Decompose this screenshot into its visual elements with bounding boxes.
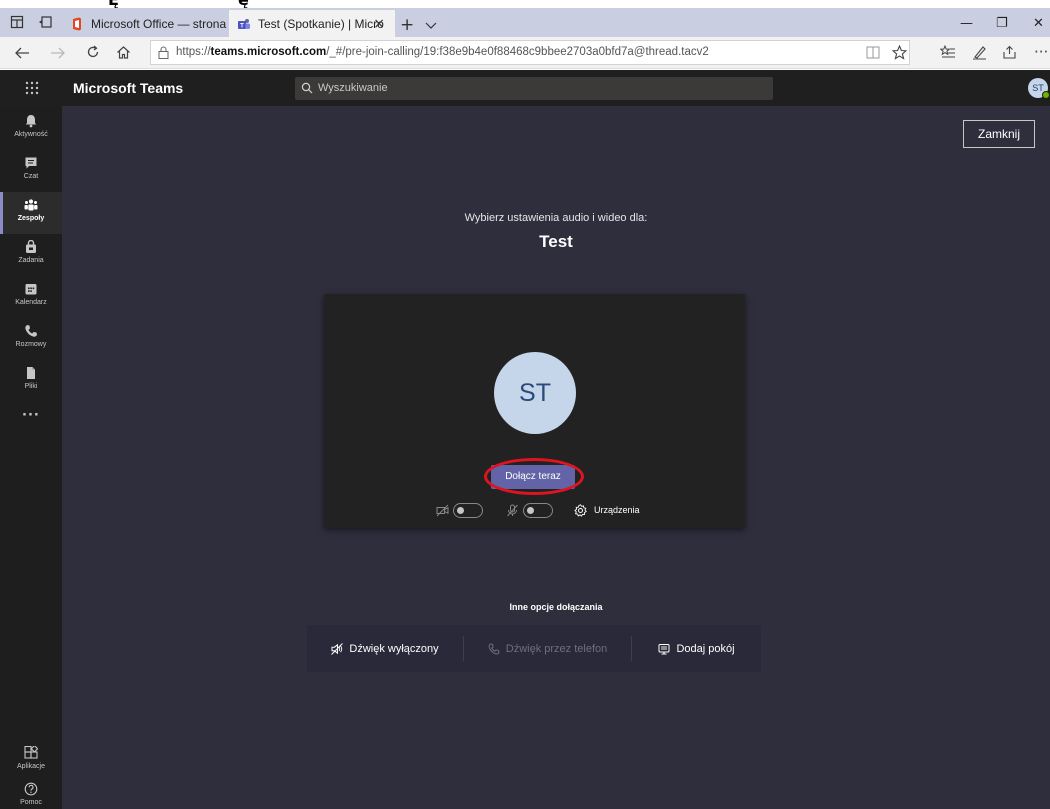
rail-item-teams[interactable]: Zespoły [0, 192, 62, 234]
home-icon[interactable] [116, 45, 131, 60]
svg-text:T: T [240, 23, 244, 29]
teams-app-header: Microsoft Teams Wyszukiwanie ST [0, 70, 1050, 106]
pen-notes-icon[interactable] [972, 45, 987, 60]
file-icon [27, 367, 35, 379]
rail-item-files[interactable]: Pliki [0, 360, 62, 402]
highlight-annotation [484, 458, 584, 495]
app-launcher-icon[interactable] [25, 81, 39, 95]
presence-available-icon [1042, 91, 1050, 99]
back-arrow-icon[interactable] [14, 46, 30, 60]
favorite-star-icon[interactable] [892, 45, 907, 60]
teams-group-icon [24, 199, 38, 211]
phone-icon [488, 642, 500, 654]
new-tab-button[interactable]: + [400, 17, 414, 34]
favorites-list-icon[interactable] [940, 45, 956, 60]
tab-title: Test (Spotkanie) | Micro [258, 16, 384, 31]
rail-item-assignments[interactable]: Zadania [0, 234, 62, 276]
video-preview: ST Dołącz teraz Urządzenia [324, 294, 745, 528]
rail-item-apps[interactable]: Aplikacje [0, 746, 62, 776]
pre-join-screen: Zamknij Wybierz ustawienia audio i wideo… [62, 106, 1050, 809]
bell-icon [25, 115, 37, 128]
device-controls: Urządzenia [324, 501, 745, 521]
video-toggle[interactable] [453, 503, 483, 518]
address-bar-row: https://teams.microsoft.com/_#/pre-join-… [0, 37, 1050, 69]
mic-off-icon [507, 504, 518, 517]
meeting-title: Test [539, 232, 573, 251]
gear-icon[interactable] [574, 504, 587, 517]
phone-audio-option: Dźwięk przez telefon [464, 625, 631, 672]
camera-off-icon [436, 504, 449, 517]
refresh-icon[interactable] [86, 45, 100, 59]
more-options-icon[interactable]: ··· [1034, 43, 1048, 61]
url-input[interactable]: https://teams.microsoft.com/_#/pre-join-… [150, 40, 910, 65]
app-bar: Aktywność Czat Zespoły Zadania Kalendarz… [0, 106, 62, 809]
search-placeholder: Wyszukiwanie [318, 82, 388, 94]
toggle-knob [457, 506, 464, 514]
minimize-button[interactable]: — [960, 16, 973, 31]
office-icon [73, 17, 81, 30]
tab-preview-icon[interactable] [10, 15, 24, 29]
devices-button[interactable]: Urządzenia [594, 505, 640, 515]
rail-item-activity[interactable]: Aktywność [0, 108, 62, 150]
mic-toggle[interactable] [523, 503, 553, 518]
browser-tab-bar: Microsoft Office — strona g T Test (Spot… [0, 8, 1050, 37]
user-avatar[interactable]: ST [1028, 78, 1050, 99]
add-room-option[interactable]: Dodaj pokój [632, 625, 761, 672]
search-icon [301, 82, 313, 94]
forward-arrow-icon [51, 47, 65, 59]
clipped-text-fragment: ę [238, 0, 249, 8]
browser-tab-office[interactable]: Microsoft Office — strona g [62, 10, 228, 37]
audio-off-option[interactable]: Dźwięk wyłączony [307, 625, 463, 672]
teams-icon: T [238, 18, 250, 29]
apps-icon [24, 746, 38, 759]
app-title: Microsoft Teams [73, 80, 184, 96]
close-tab-icon[interactable]: × [373, 16, 385, 32]
rail-item-chat[interactable]: Czat [0, 150, 62, 192]
reading-view-icon[interactable] [866, 46, 880, 59]
url-text: https://teams.microsoft.com/_#/pre-join-… [176, 46, 709, 58]
lock-icon [158, 46, 169, 59]
close-window-button[interactable]: ✕ [1033, 16, 1044, 31]
toggle-knob [527, 506, 534, 514]
rail-item-calls[interactable]: Rozmowy [0, 318, 62, 360]
tab-title: Microsoft Office — strona g [91, 16, 228, 31]
more-apps-icon[interactable]: ··· [22, 408, 40, 423]
room-icon [658, 643, 670, 654]
bag-icon [26, 240, 36, 253]
chat-icon [25, 157, 37, 169]
other-join-options-label: Inne opcje dołączania [509, 602, 603, 612]
rail-item-help[interactable]: Pomoc [0, 782, 62, 809]
audio-video-prompt: Wybierz ustawienia audio i wideo dla: [464, 212, 648, 224]
active-indicator [0, 192, 3, 234]
preview-avatar: ST [494, 352, 576, 434]
calendar-icon [25, 284, 37, 295]
phone-icon [25, 325, 37, 337]
browser-tab-teams[interactable]: T Test (Spotkanie) | Micro × [229, 10, 395, 37]
rail-item-calendar[interactable]: Kalendarz [0, 276, 62, 318]
chevron-down-icon[interactable] [425, 19, 437, 31]
join-options-bar: Dźwięk wyłączony Dźwięk przez telefon Do… [307, 625, 761, 672]
share-icon[interactable] [1002, 45, 1017, 60]
clipped-text-strip: Ę ę [0, 0, 1050, 8]
search-input[interactable]: Wyszukiwanie [295, 77, 773, 100]
set-tabs-aside-icon[interactable] [38, 15, 52, 29]
clipped-text-fragment: Ę [108, 0, 119, 8]
close-button[interactable]: Zamknij [963, 120, 1035, 148]
restore-button[interactable]: ❐ [996, 16, 1008, 31]
speaker-off-icon [331, 642, 344, 655]
help-icon [24, 782, 38, 796]
